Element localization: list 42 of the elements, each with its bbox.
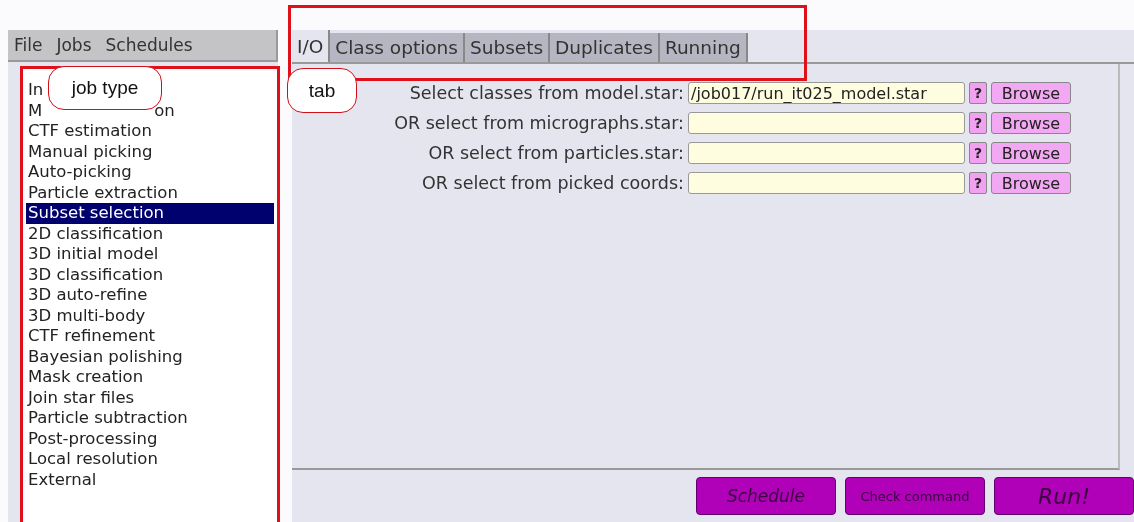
field-label: OR select from picked coords: (422, 173, 684, 193)
job-type-item[interactable]: Auto-picking (26, 162, 274, 183)
job-type-item[interactable]: Local resolution (26, 449, 274, 470)
job-type-item[interactable]: Subset selection (26, 203, 274, 224)
browse-button[interactable]: Browse (991, 112, 1071, 134)
tab[interactable]: Running (659, 33, 748, 62)
browse-button[interactable]: Browse (991, 82, 1071, 104)
job-type-item[interactable]: CTF refinement (26, 326, 274, 347)
field-label: OR select from particles.star: (428, 143, 684, 163)
input-field[interactable] (688, 172, 965, 194)
field-label: Select classes from model.star: (409, 83, 684, 103)
tab[interactable]: Subsets (464, 33, 551, 62)
browse-button[interactable]: Browse (991, 142, 1071, 164)
job-type-item[interactable]: Mask creation (26, 367, 274, 388)
help-button[interactable]: ? (969, 112, 987, 134)
job-type-item[interactable]: 3D initial model (26, 244, 274, 265)
help-button[interactable]: ? (969, 82, 987, 104)
help-button[interactable]: ? (969, 172, 987, 194)
input-field[interactable] (688, 112, 965, 134)
menu-item[interactable]: Jobs (56, 35, 92, 55)
job-type-item[interactable]: Manual picking (26, 141, 274, 162)
tab[interactable]: Duplicates (550, 33, 660, 62)
menu-item[interactable]: Schedules (105, 35, 193, 55)
help-button[interactable]: ? (969, 142, 987, 164)
browse-button[interactable]: Browse (991, 172, 1071, 194)
job-type-item[interactable]: 3D multi-body (26, 305, 274, 326)
job-type-item[interactable]: Particle extraction (26, 182, 274, 203)
job-type-item[interactable]: 3D classification (26, 264, 274, 285)
job-type-item[interactable]: Particle subtraction (26, 408, 274, 429)
menu-item[interactable]: File (14, 35, 43, 55)
job-type-item[interactable]: CTF estimation (26, 121, 274, 142)
job-type-item[interactable]: 2D classification (26, 223, 274, 244)
job-type-item[interactable]: 3D auto-refine (26, 285, 274, 306)
job-type-item[interactable]: Post-processing (26, 428, 274, 449)
tab[interactable]: Class options (330, 33, 465, 62)
job-type-item[interactable]: Bayesian polishing (26, 346, 274, 367)
job-type-item[interactable]: Join star files (26, 387, 274, 408)
field-label: OR select from micrographs.star: (394, 113, 684, 133)
input-field[interactable]: /job017/run_it025_model.star (688, 82, 965, 104)
annotation-tooltip: tab (287, 68, 357, 113)
job-type-item[interactable]: External (26, 469, 274, 490)
input-field[interactable] (688, 142, 965, 164)
